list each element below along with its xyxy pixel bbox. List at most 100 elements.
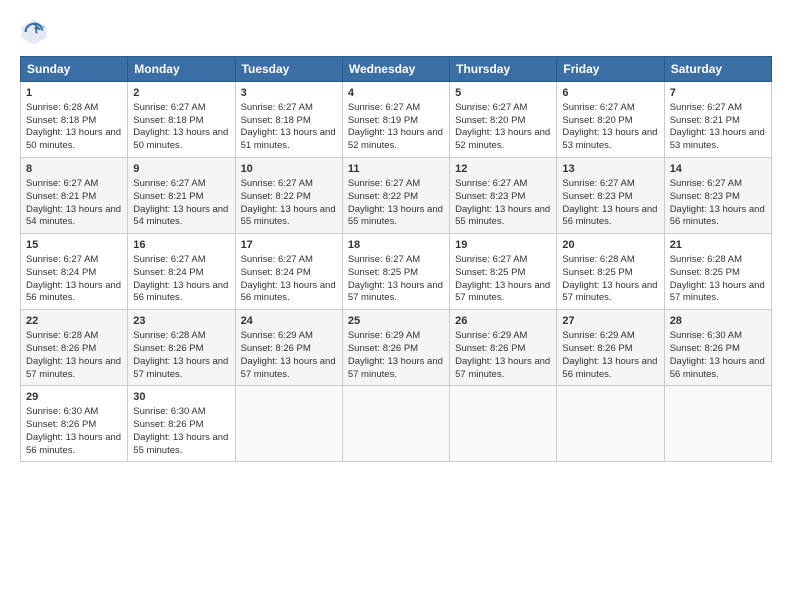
sunset-text: Sunset: 8:24 PM [133, 267, 203, 278]
calendar-cell: 20Sunrise: 6:28 AMSunset: 8:25 PMDayligh… [557, 234, 664, 310]
calendar-cell: 11Sunrise: 6:27 AMSunset: 8:22 PMDayligh… [342, 158, 449, 234]
daylight-text: Daylight: 13 hours and 50 minutes. [26, 127, 121, 151]
calendar-cell: 23Sunrise: 6:28 AMSunset: 8:26 PMDayligh… [128, 310, 235, 386]
calendar-cell: 2Sunrise: 6:27 AMSunset: 8:18 PMDaylight… [128, 82, 235, 158]
daylight-text: Daylight: 13 hours and 52 minutes. [348, 127, 443, 151]
calendar-cell: 14Sunrise: 6:27 AM Sunset: 8:23 PM Dayligh… [664, 158, 771, 234]
calendar-cell: 9Sunrise: 6:27 AMSunset: 8:21 PMDaylight… [128, 158, 235, 234]
day-number: 13 [562, 162, 658, 177]
day-number: 8 [26, 162, 122, 177]
daylight-text: Daylight: 13 hours and 56 minutes. [562, 356, 657, 380]
sunrise-text: Sunrise: 6:27 AM [670, 102, 742, 113]
day-number: 21 [670, 238, 766, 253]
calendar-cell: 7Sunrise: 6:27 AMSunset: 8:21 PMDaylight… [664, 82, 771, 158]
sunrise-text: Sunrise: 6:27 AM [455, 178, 527, 189]
day-number: 12 [455, 162, 551, 177]
sunset-text: Sunset: 8:23 PM [670, 191, 740, 202]
calendar-cell: 28Sunrise: 6:30 AMSunset: 8:26 PMDayligh… [664, 310, 771, 386]
calendar-cell: 1Sunrise: 6:28 AMSunset: 8:18 PMDaylight… [21, 82, 128, 158]
sunrise-text: Sunrise: 6:27 AM [241, 254, 313, 265]
sunset-text: Sunset: 8:26 PM [26, 419, 96, 430]
day-number: 6 [562, 86, 658, 101]
day-number: 20 [562, 238, 658, 253]
daylight-text: Daylight: 13 hours and 50 minutes. [133, 127, 228, 151]
daylight-text: Daylight: 13 hours and 56 minutes. [241, 280, 336, 304]
daylight-text: Daylight: 13 hours and 53 minutes. [562, 127, 657, 151]
calendar-cell: 10Sunrise: 6:27 AM Sunset: 8:22 PM Dayligh… [235, 158, 342, 234]
sunrise-text: Sunrise: 6:27 AM [455, 102, 527, 113]
sunrise-text: Sunrise: 6:27 AM [562, 178, 634, 189]
daylight-text: Daylight: 13 hours and 57 minutes. [26, 356, 121, 380]
day-number: 24 [241, 314, 337, 329]
day-header-tuesday: Tuesday [235, 57, 342, 82]
day-number: 7 [670, 86, 766, 101]
daylight-text: Daylight: 13 hours and 52 minutes. [455, 127, 550, 151]
sunset-text: Sunset: 8:20 PM [455, 115, 525, 126]
day-number: 29 [26, 390, 122, 405]
sunset-text: Sunset: 8:24 PM [241, 267, 311, 278]
calendar-cell: 19Sunrise: 6:27 AMSunset: 8:25 PMDayligh… [450, 234, 557, 310]
sunrise-text: Sunrise: 6:28 AM [26, 330, 98, 341]
calendar-cell [450, 386, 557, 462]
day-number: 15 [26, 238, 122, 253]
calendar-cell: 29Sunrise: 6:30 AMSunset: 8:26 PMDayligh… [21, 386, 128, 462]
sunrise-text: Sunrise: 6:28 AM [562, 254, 634, 265]
day-number: 14 [670, 162, 766, 177]
sunset-text: Sunset: 8:25 PM [455, 267, 525, 278]
sunrise-text: Sunrise: 6:29 AM [455, 330, 527, 341]
sunset-text: Sunset: 8:21 PM [26, 191, 96, 202]
calendar-week-2: 8 Sunrise: 6:27 AM Sunset: 8:21 PM Daylight… [21, 158, 772, 234]
daylight-text: Daylight: 13 hours and 57 minutes. [562, 280, 657, 304]
daylight-text: Daylight: 13 hours and 55 minutes. [241, 204, 336, 228]
sunset-text: Sunset: 8:25 PM [670, 267, 740, 278]
sunrise-text: Sunrise: 6:27 AM [241, 178, 313, 189]
calendar-week-4: 22Sunrise: 6:28 AMSunset: 8:26 PMDayligh… [21, 310, 772, 386]
calendar-cell [664, 386, 771, 462]
calendar-cell: 16Sunrise: 6:27 AMSunset: 8:24 PMDayligh… [128, 234, 235, 310]
day-header-wednesday: Wednesday [342, 57, 449, 82]
daylight-text: Daylight: 13 hours and 54 minutes. [133, 204, 228, 228]
calendar-cell: 30Sunrise: 6:30 AMSunset: 8:26 PMDayligh… [128, 386, 235, 462]
calendar-cell: 24Sunrise: 6:29 AMSunset: 8:26 PMDayligh… [235, 310, 342, 386]
daylight-text: Daylight: 13 hours and 57 minutes. [241, 356, 336, 380]
logo [20, 18, 52, 46]
daylight-text: Daylight: 13 hours and 53 minutes. [670, 127, 765, 151]
calendar-cell: 18Sunrise: 6:27 AMSunset: 8:25 PMDayligh… [342, 234, 449, 310]
sunrise-text: Sunrise: 6:27 AM [348, 254, 420, 265]
calendar-cell [235, 386, 342, 462]
sunset-text: Sunset: 8:18 PM [26, 115, 96, 126]
daylight-text: Daylight: 13 hours and 57 minutes. [348, 356, 443, 380]
sunrise-text: Sunrise: 6:30 AM [670, 330, 742, 341]
sunset-text: Sunset: 8:23 PM [562, 191, 632, 202]
sunset-text: Sunset: 8:18 PM [133, 115, 203, 126]
daylight-text: Daylight: 13 hours and 57 minutes. [455, 280, 550, 304]
calendar-cell: 21Sunrise: 6:28 AMSunset: 8:25 PMDayligh… [664, 234, 771, 310]
daylight-text: Daylight: 13 hours and 56 minutes. [26, 280, 121, 304]
sunset-text: Sunset: 8:22 PM [348, 191, 418, 202]
calendar-cell: 12Sunrise: 6:27 AMSunset: 8:23 PMDayligh… [450, 158, 557, 234]
day-number: 28 [670, 314, 766, 329]
sunrise-text: Sunrise: 6:27 AM [670, 178, 742, 189]
day-number: 10 [241, 162, 337, 177]
day-number: 30 [133, 390, 229, 405]
daylight-text: Daylight: 13 hours and 56 minutes. [133, 280, 228, 304]
daylight-text: Daylight: 13 hours and 56 minutes. [562, 204, 657, 228]
daylight-text: Daylight: 13 hours and 55 minutes. [348, 204, 443, 228]
sunrise-text: Sunrise: 6:27 AM [26, 254, 98, 265]
daylight-text: Daylight: 13 hours and 56 minutes. [670, 356, 765, 380]
calendar-cell: 13Sunrise: 6:27 AM Sunset: 8:23 PM Dayligh… [557, 158, 664, 234]
day-number: 3 [241, 86, 337, 101]
sunset-text: Sunset: 8:22 PM [241, 191, 311, 202]
daylight-text: Daylight: 13 hours and 56 minutes. [670, 204, 765, 228]
calendar-cell: 8Sunrise: 6:27 AMSunset: 8:21 PMDaylight… [21, 158, 128, 234]
day-number: 23 [133, 314, 229, 329]
day-header-saturday: Saturday [664, 57, 771, 82]
sunrise-text: Sunrise: 6:27 AM [348, 102, 420, 113]
sunrise-text: Sunrise: 6:28 AM [670, 254, 742, 265]
day-number: 25 [348, 314, 444, 329]
sunset-text: Sunset: 8:26 PM [348, 343, 418, 354]
sunset-text: Sunset: 8:23 PM [455, 191, 525, 202]
day-number: 26 [455, 314, 551, 329]
sunrise-text: Sunrise: 6:29 AM [241, 330, 313, 341]
logo-icon [20, 18, 48, 46]
